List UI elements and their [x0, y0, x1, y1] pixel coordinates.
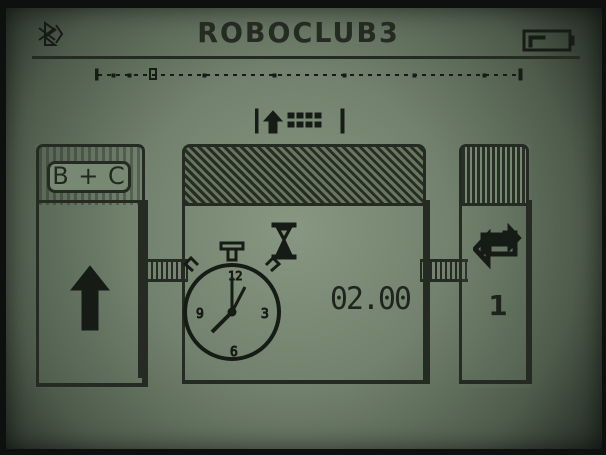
brick-name: ROBOCLUB3 — [197, 17, 400, 50]
forward-display-icon[interactable] — [255, 108, 355, 134]
header-divider — [32, 56, 580, 59]
program-timeline-icon — [95, 68, 523, 81]
loop-block-tab — [459, 144, 529, 206]
wait-block-tab — [182, 144, 426, 206]
svg-text:6: 6 — [230, 345, 238, 360]
wait-duration: 02.00 — [329, 281, 412, 317]
loop-count: 1 — [488, 289, 508, 322]
nxt-lcd-screen: ROBOCLUB3 B + C 12 3 6 9 02.00 1 — [6, 8, 602, 449]
motor-port-box: B + C — [47, 161, 131, 193]
stopwatch-icon: 12 3 6 9 — [182, 241, 282, 361]
svg-text:3: 3 — [261, 307, 269, 322]
svg-text:12: 12 — [228, 269, 242, 283]
repeat-icon — [473, 222, 522, 270]
wait-block-divider — [138, 201, 142, 378]
svg-text:9: 9 — [196, 307, 204, 322]
motor-ports: B + C — [52, 162, 126, 190]
battery-icon — [522, 29, 575, 52]
up-arrow-icon — [70, 265, 110, 331]
bluetooth-icon — [38, 21, 64, 46]
status-bar: ROBOCLUB3 — [6, 8, 602, 58]
motor-block-tab: B + C — [36, 144, 145, 205]
